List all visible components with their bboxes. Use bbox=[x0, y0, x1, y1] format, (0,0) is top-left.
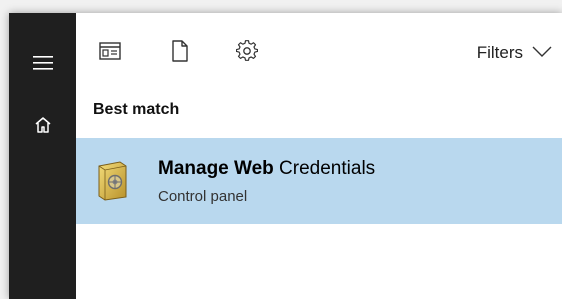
left-rail bbox=[9, 13, 76, 299]
toolbar: Filters bbox=[76, 13, 562, 91]
search-window: Filters Best match Manage Web Credential… bbox=[9, 13, 562, 299]
apps-button[interactable] bbox=[96, 39, 124, 67]
result-title-rest: Credentials bbox=[273, 158, 376, 179]
home-button[interactable] bbox=[9, 105, 76, 149]
filters-dropdown[interactable]: Filters bbox=[477, 39, 552, 67]
chevron-down-icon bbox=[532, 43, 552, 63]
search-panel: Filters Best match Manage Web Credential… bbox=[76, 13, 562, 299]
menu-button[interactable] bbox=[9, 43, 76, 87]
credential-manager-vault-icon bbox=[96, 161, 128, 201]
filters-label: Filters bbox=[476, 43, 523, 62]
best-match-heading: Best match bbox=[93, 101, 180, 118]
settings-gear-icon bbox=[235, 39, 259, 67]
home-icon bbox=[34, 116, 52, 139]
settings-button[interactable] bbox=[233, 39, 261, 67]
hamburger-icon bbox=[32, 55, 53, 75]
result-title: Manage Web Credentials bbox=[158, 158, 375, 180]
apps-icon bbox=[99, 41, 121, 65]
best-match-result[interactable]: Manage Web Credentials Control panel bbox=[76, 138, 562, 224]
result-title-match: Manage Web bbox=[158, 158, 274, 179]
result-subtitle: Control panel bbox=[158, 188, 248, 205]
documents-button[interactable] bbox=[166, 39, 194, 67]
document-icon bbox=[172, 39, 188, 67]
